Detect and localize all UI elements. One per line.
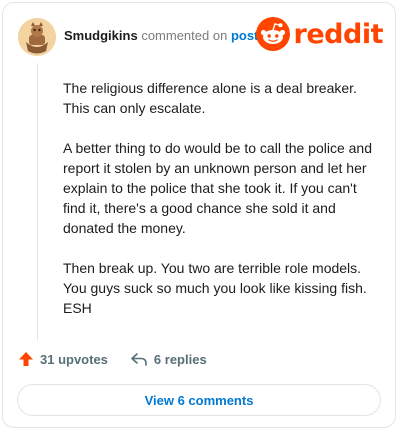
action-text: commented on — [141, 28, 228, 43]
thread-line[interactable] — [37, 63, 38, 341]
upvote-arrow-icon — [19, 352, 33, 366]
reddit-logo[interactable]: reddit — [255, 16, 384, 52]
avatar-image — [18, 18, 56, 56]
view-comments-button[interactable]: View 6 comments — [17, 384, 381, 416]
comment-card: Smudgikins commented on post reddit The … — [2, 2, 396, 428]
author-name[interactable]: Smudgikins — [64, 28, 138, 43]
comment-paragraph: The religious difference alone is a deal… — [63, 80, 357, 116]
author-line: Smudgikins commented on post — [64, 28, 258, 43]
reddit-snoo-icon — [255, 17, 290, 51]
comment-paragraph: Then break up. You two are terrible role… — [63, 260, 367, 316]
reply-count: 6 replies — [153, 351, 207, 367]
avatar[interactable] — [18, 18, 56, 56]
comment-body: The religious difference alone is a deal… — [63, 78, 383, 338]
reply-icon — [131, 353, 147, 366]
upvote-count: 31 upvotes — [40, 351, 108, 367]
brand-wordmark: reddit — [293, 18, 384, 50]
replies-button[interactable]: 6 replies — [130, 351, 207, 367]
comment-actions: 31 upvotes 6 replies — [18, 349, 207, 369]
post-link[interactable]: post — [231, 28, 258, 43]
comment-header: Smudgikins commented on post reddit — [3, 3, 395, 67]
upvote-button[interactable]: 31 upvotes — [18, 351, 108, 367]
comment-paragraph: A better thing to do would be to call th… — [63, 140, 372, 236]
